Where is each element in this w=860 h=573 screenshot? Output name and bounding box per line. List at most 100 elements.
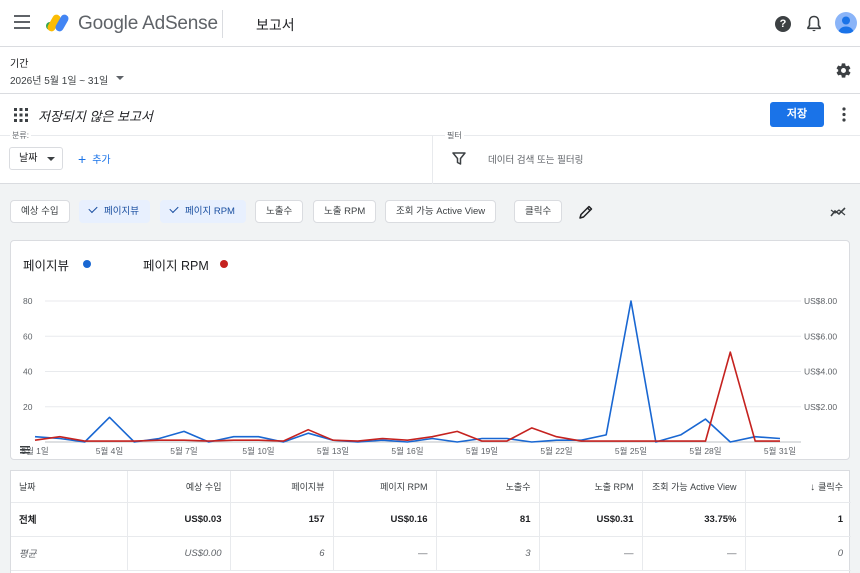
settings-gear-icon[interactable] — [835, 62, 852, 79]
save-button[interactable]: 저장 — [770, 102, 824, 127]
y-left-tick-label: 60 — [23, 331, 33, 341]
table-cell: 157 — [230, 502, 334, 537]
chip-impression-rpm[interactable]: 노출 RPM — [313, 200, 377, 223]
sort-arrow-down-icon: ↓ — [810, 481, 816, 493]
apps-grid-icon[interactable] — [14, 108, 28, 122]
add-dimension-label: 추가 — [92, 155, 111, 166]
header-separator — [0, 135, 860, 136]
check-icon — [88, 203, 98, 214]
table-cell: US$0.03 — [127, 502, 231, 537]
y-left-tick-label: 40 — [23, 367, 33, 377]
edit-pencil-icon[interactable] — [578, 204, 594, 220]
chip-estimated-earnings[interactable]: 예상 수입 — [10, 200, 70, 223]
table-cell: US$0.00 — [127, 536, 231, 571]
table-cell: 81 — [436, 502, 540, 537]
table-cell: US$0.31 — [539, 502, 643, 537]
table-cell: — — [642, 536, 746, 571]
report-title[interactable]: 저장되지 않은 보고서 — [38, 106, 153, 125]
x-tick-label: 5월 22일 — [540, 446, 572, 456]
header-divider — [222, 10, 223, 38]
table-cell: 0 — [745, 536, 851, 571]
table-cell: 전체 — [11, 502, 128, 537]
col-header-impression-rpm[interactable]: 노출 RPM — [539, 471, 643, 503]
brand-name: Google AdSense — [78, 13, 218, 34]
dimension-label: 분류: — [10, 130, 31, 141]
plus-icon: + — [78, 151, 87, 167]
col-header-active-view[interactable]: 조회 가능 Active View — [642, 471, 746, 503]
dimension-select[interactable]: 날짜 — [9, 147, 63, 170]
menu-icon[interactable] — [14, 15, 30, 29]
table-cell: 3 — [436, 536, 540, 571]
report-table: 날짜 예상 수입 페이지뷰 페이지 RPM 노출수 노출 RPM 조회 가능 A… — [10, 470, 851, 573]
y-left-tick-label: 20 — [23, 402, 33, 412]
y-right-tick-label: US$4.00 — [804, 367, 837, 377]
more-options-icon[interactable] — [842, 107, 846, 122]
chip-label: 노출수 — [266, 206, 293, 217]
x-tick-label: 5월 31일 — [764, 446, 796, 456]
trend-toggle-icon[interactable] — [830, 206, 846, 218]
chip-label: 예상 수입 — [21, 206, 59, 217]
dimension-value: 날짜 — [19, 153, 38, 164]
col-header-estimated-earnings[interactable]: 예상 수입 — [127, 471, 231, 503]
table-cell: — — [539, 536, 643, 571]
x-tick-label: 5월 16일 — [391, 446, 423, 456]
report-header: 저장되지 않은 보고서 저장 분류: 필터 날짜 + 추가 데이터 검색 또는 필… — [0, 94, 860, 184]
x-tick-label: 5월 7일 — [170, 446, 197, 456]
table-cell: 1 — [745, 502, 851, 537]
chip-label: 노출 RPM — [324, 206, 366, 217]
col-header-clicks-label: 클릭수 — [818, 481, 843, 492]
col-header-clicks[interactable]: ↓ 클릭수 — [745, 471, 851, 503]
chip-label: 페이지뷰 — [104, 206, 139, 217]
help-icon[interactable]: ? — [775, 16, 791, 32]
dimension-filter-separator — [432, 135, 433, 184]
avatar-person-icon — [838, 16, 854, 33]
chip-label: 클릭수 — [525, 206, 552, 217]
table-cell: 평균 — [11, 536, 128, 571]
adsense-logo-icon — [46, 14, 69, 32]
x-tick-label: 5월 13일 — [317, 446, 349, 456]
table-cell: — — [333, 536, 437, 571]
period-selector[interactable]: 2026년 5월 1일 ~ 31일 — [10, 72, 108, 87]
x-tick-label: 5월 28일 — [689, 446, 721, 456]
x-tick-label: 5월 10일 — [242, 446, 274, 456]
x-tick-label: 5월 4일 — [96, 446, 123, 456]
dimension-caret-icon — [47, 157, 55, 161]
y-right-tick-label: US$8.00 — [804, 296, 837, 306]
x-tick-label: 5월 19일 — [466, 446, 498, 456]
y-left-tick-label: 80 — [23, 296, 33, 306]
notifications-bell-icon[interactable] — [806, 15, 822, 33]
table-cell: US$0.16 — [333, 502, 437, 537]
chip-impressions[interactable]: 노출수 — [255, 200, 304, 223]
chip-label: 페이지 RPM — [185, 206, 235, 217]
filter-search-input[interactable]: 데이터 검색 또는 필터링 — [488, 152, 583, 166]
line-chart[interactable]: 80 US$8.00 60 US$6.00 40 US$4.00 20 US$2.00 5월 1… — [11, 241, 850, 460]
y-right-tick-label: US$2.00 — [804, 402, 837, 412]
table-row-average: 평균 US$0.00 6 — 3 — — 0 — [11, 536, 851, 571]
check-icon — [169, 203, 179, 214]
chip-page-rpm[interactable]: 페이지 RPM — [160, 200, 246, 223]
series-line-1 — [34, 351, 780, 442]
chip-clicks[interactable]: 클릭수 — [514, 200, 563, 223]
account-avatar[interactable] — [835, 12, 857, 34]
metric-chip-row: 예상 수입 페이지뷰 페이지 RPM 노출수 노출 RPM 조회 가능 Acti… — [0, 197, 860, 227]
add-dimension-button[interactable]: + 추가 — [78, 151, 111, 166]
chip-pageviews[interactable]: 페이지뷰 — [79, 200, 150, 223]
chip-active-view-viewable[interactable]: 조회 가능 Active View — [385, 200, 497, 223]
col-header-pageviews[interactable]: 페이지뷰 — [230, 471, 334, 503]
filter-label: 필터 — [445, 130, 464, 141]
page-title: 보고서 — [256, 17, 295, 33]
col-header-page-rpm[interactable]: 페이지 RPM — [333, 471, 437, 503]
col-header-date[interactable]: 날짜 — [11, 471, 128, 503]
chart-legend-list-icon[interactable] — [20, 446, 30, 454]
filter-funnel-icon[interactable] — [452, 152, 466, 165]
period-dropdown-caret-icon[interactable] — [116, 76, 124, 80]
period-bar: 기간 2026년 5월 1일 ~ 31일 — [0, 47, 860, 94]
table-row-total: 전체 US$0.03 157 US$0.16 81 US$0.31 33.75%… — [11, 502, 851, 537]
y-right-tick-label: US$6.00 — [804, 331, 837, 341]
table-cell: 33.75% — [642, 502, 746, 537]
table-header-row: 날짜 예상 수입 페이지뷰 페이지 RPM 노출수 노출 RPM 조회 가능 A… — [11, 471, 851, 503]
chip-label: 조회 가능 Active View — [396, 206, 486, 217]
period-label: 기간 — [10, 59, 29, 70]
top-app-bar: Google AdSense 보고서 ? — [0, 0, 860, 47]
col-header-impressions[interactable]: 노출수 — [436, 471, 540, 503]
